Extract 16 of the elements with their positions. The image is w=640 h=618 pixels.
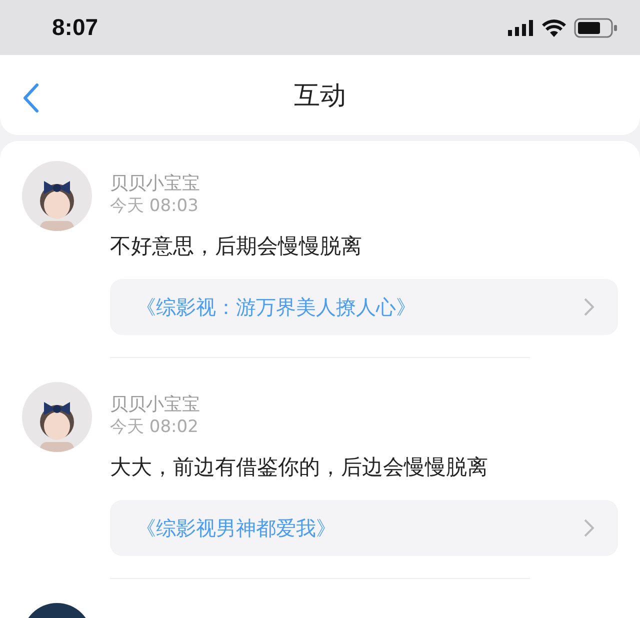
user-name: 贝贝小宝宝 <box>110 173 201 195</box>
signal-icon <box>508 20 534 36</box>
comment-time: 今天 08:03 <box>110 195 200 217</box>
chevron-right-icon <box>584 519 594 537</box>
book-link[interactable]: 《综影视男神都爱我》 <box>110 500 618 556</box>
wifi-icon <box>542 18 566 36</box>
comment-time: 今天 08:02 <box>110 416 200 438</box>
back-icon[interactable] <box>22 83 40 113</box>
user-name: 贝贝小宝宝 <box>110 394 201 416</box>
comment-text: 大大，前边有借鉴你的，后边会慢慢脱离 <box>110 454 489 481</box>
battery-icon <box>574 18 618 38</box>
page-title: 互动 <box>294 80 346 112</box>
clock-time: 8:07 <box>52 14 98 41</box>
book-link[interactable]: 《综影视：游万界美人撩人心》 <box>110 279 618 335</box>
comment-text: 不好意思，后期会慢慢脱离 <box>110 233 363 260</box>
chevron-right-icon <box>584 298 594 316</box>
